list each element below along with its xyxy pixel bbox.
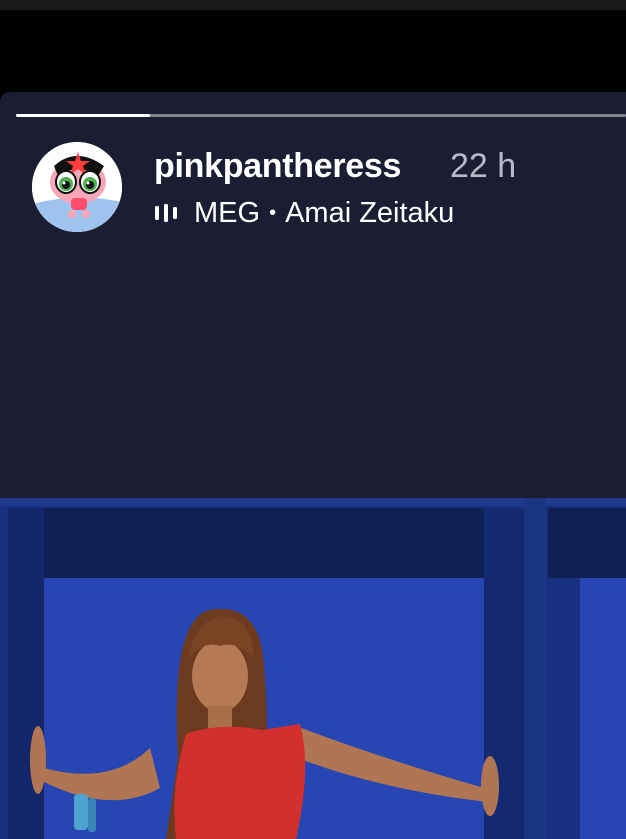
top-black-band: [0, 10, 626, 92]
music-artist: Amai Zeitaku: [285, 196, 455, 229]
music-title: MEG: [194, 196, 261, 229]
status-strip: [0, 0, 626, 10]
avatar[interactable]: [32, 142, 122, 232]
story-viewer[interactable]: pinkpantheress 22 h MEG • Amai Zeitaku: [0, 92, 626, 839]
music-bars-icon: [155, 204, 177, 222]
story-image: [0, 498, 626, 839]
username[interactable]: pinkpantheress: [154, 146, 401, 186]
cartoon-character-avatar-icon: [32, 142, 122, 232]
story-progress-bar: [16, 114, 626, 117]
music-separator: •: [269, 201, 277, 224]
music-attribution[interactable]: MEG • Amai Zeitaku: [154, 195, 454, 231]
story-progress-fill: [16, 114, 151, 117]
story-photo: [0, 498, 626, 839]
story-timestamp: 22 h: [450, 147, 517, 185]
